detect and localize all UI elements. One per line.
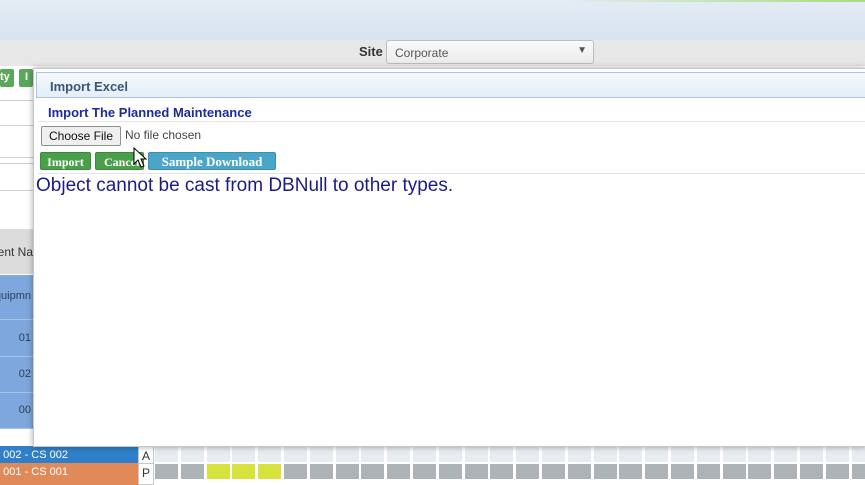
schedule-cell[interactable]	[205, 446, 231, 463]
schedule-cell[interactable]	[644, 446, 670, 463]
schedule-cell[interactable]	[721, 446, 747, 463]
file-status-text: No file chosen	[125, 128, 202, 142]
divider	[0, 163, 33, 164]
sample-download-button[interactable]: Sample Download	[148, 152, 276, 170]
divider	[38, 121, 865, 122]
chevron-down-icon: ▼	[577, 45, 587, 56]
schedule-cells	[154, 446, 865, 464]
schedule-cell[interactable]	[644, 463, 670, 480]
schedule-cell[interactable]	[437, 463, 463, 480]
schedule-cell[interactable]	[334, 463, 360, 480]
schedule-cell[interactable]	[515, 463, 541, 480]
site-label: Site	[359, 44, 383, 59]
row-type-letter: P	[138, 463, 154, 485]
schedule-cell[interactable]	[670, 446, 695, 463]
schedule-cell[interactable]	[799, 463, 824, 480]
schedule-cell[interactable]	[850, 446, 865, 463]
schedule-cell[interactable]	[618, 463, 644, 480]
row-label[interactable]: e 001 - CS 001	[0, 463, 138, 485]
schedule-cell[interactable]	[541, 463, 566, 480]
schedule-cell[interactable]	[386, 446, 412, 463]
schedule-cell[interactable]	[566, 463, 592, 480]
equipment-cell[interactable]: quipmn	[0, 275, 33, 320]
schedule-cell[interactable]	[360, 446, 386, 463]
schedule-cell[interactable]	[773, 446, 799, 463]
schedule-cell[interactable]	[489, 463, 515, 480]
import-button[interactable]: Import	[40, 152, 91, 170]
schedule-cell[interactable]	[695, 446, 721, 463]
schedule-cell[interactable]	[566, 446, 592, 463]
schedule-cell[interactable]	[747, 463, 773, 480]
import-excel-dialog: Import Excel Import The Planned Maintena…	[33, 68, 865, 447]
schedule-cell[interactable]	[334, 446, 360, 463]
schedule-cell[interactable]	[154, 446, 179, 463]
equipment-cell[interactable]: 00	[0, 393, 33, 429]
mouse-cursor-icon	[133, 147, 147, 168]
header-accent	[565, 0, 865, 2]
schedule-cell[interactable]	[592, 446, 618, 463]
schedule-cell[interactable]	[489, 446, 515, 463]
divider	[0, 157, 33, 158]
schedule-cells	[154, 463, 865, 481]
schedule-cell[interactable]	[205, 463, 231, 480]
schedule-cell[interactable]	[773, 463, 799, 480]
schedule-cell[interactable]	[231, 463, 257, 480]
equipment-name-column-header: ent Na	[0, 229, 33, 274]
schedule-cell[interactable]	[308, 463, 334, 480]
equipment-cell[interactable]: 02	[0, 357, 33, 393]
schedule-cell[interactable]	[179, 446, 205, 463]
schedule-cell[interactable]	[308, 446, 334, 463]
site-select-value: Corporate	[395, 46, 449, 60]
schedule-cell[interactable]	[386, 463, 412, 480]
schedule-cell[interactable]	[463, 463, 489, 480]
schedule-cell[interactable]	[515, 446, 541, 463]
schedule-cell[interactable]	[283, 446, 308, 463]
error-message: Object cannot be cast from DBNull to oth…	[36, 175, 454, 196]
schedule-cell[interactable]	[412, 463, 437, 480]
background-toolbar-button[interactable]: ty	[0, 69, 14, 87]
schedule-cell[interactable]	[257, 446, 283, 463]
dialog-title: Import Excel	[50, 79, 129, 94]
schedule-cell[interactable]	[437, 446, 463, 463]
schedule-cell[interactable]	[850, 463, 865, 480]
schedule-cell[interactable]	[257, 463, 283, 480]
dialog-title-bar[interactable]: Import Excel	[36, 72, 865, 98]
schedule-row-planned: e 001 - CS 001 P	[0, 463, 865, 485]
schedule-cell[interactable]	[721, 463, 747, 480]
schedule-cell[interactable]	[360, 463, 386, 480]
schedule-cell[interactable]	[283, 463, 308, 480]
schedule-cell[interactable]	[463, 446, 489, 463]
divider	[0, 125, 33, 126]
top-header-bar	[0, 0, 865, 41]
dialog-subtitle: Import The Planned Maintenance	[48, 105, 252, 120]
schedule-cell[interactable]	[154, 463, 179, 480]
schedule-cell[interactable]	[799, 446, 824, 463]
schedule-cell[interactable]	[231, 446, 257, 463]
schedule-cell[interactable]	[541, 446, 566, 463]
divider	[0, 100, 33, 101]
schedule-cell[interactable]	[592, 463, 618, 480]
site-select[interactable]: Corporate ▼	[386, 40, 594, 64]
equipment-cell[interactable]: 01	[0, 320, 33, 357]
background-toolbar-button[interactable]: I	[19, 69, 33, 87]
schedule-cell[interactable]	[670, 463, 695, 480]
schedule-cell[interactable]	[179, 463, 205, 480]
schedule-cell[interactable]	[618, 446, 644, 463]
divider	[38, 173, 865, 174]
schedule-cell[interactable]	[824, 463, 850, 480]
schedule-cell[interactable]	[747, 446, 773, 463]
schedule-cell[interactable]	[824, 446, 850, 463]
schedule-cell[interactable]	[695, 463, 721, 480]
divider	[0, 190, 33, 191]
schedule-cell[interactable]	[412, 446, 437, 463]
choose-file-button[interactable]: Choose File	[41, 126, 121, 146]
